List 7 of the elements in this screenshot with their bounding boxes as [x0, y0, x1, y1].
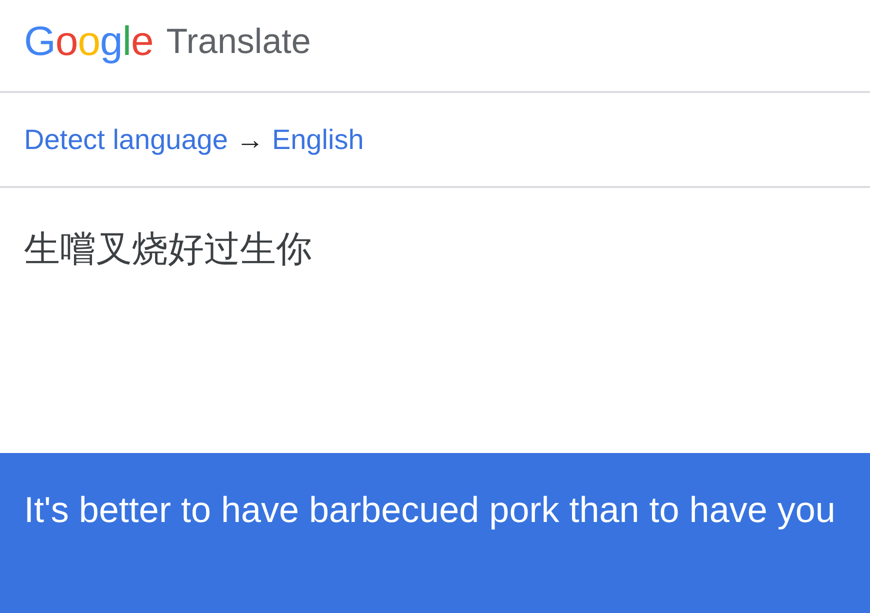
target-language-link[interactable]: English: [272, 124, 364, 156]
arrow-text: →: [236, 124, 264, 156]
source-language-link[interactable]: Detect language: [24, 124, 228, 156]
translation-panel: It's better to have barbecued pork than to have you: [0, 453, 870, 613]
app-title: Translate: [166, 22, 311, 63]
logo-wordmark: Google: [24, 19, 154, 63]
source-text-field[interactable]: 生嚐叉烧好过生你: [0, 188, 870, 453]
